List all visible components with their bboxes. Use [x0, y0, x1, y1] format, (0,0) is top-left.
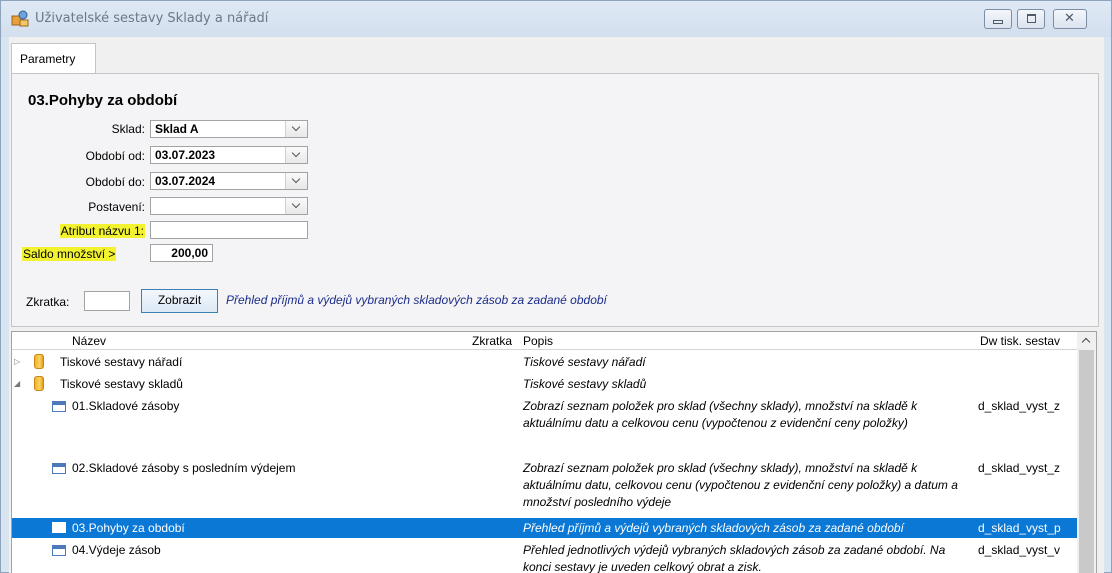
report-window: Uživatelské sestavy Sklady a nářadí ✕ Pa…: [0, 0, 1112, 573]
close-icon: ✕: [1064, 11, 1075, 26]
chevron-down-icon[interactable]: [285, 121, 307, 137]
show-button[interactable]: Zobrazit: [141, 289, 218, 313]
obdobi-do-select[interactable]: 03.07.2024: [150, 172, 308, 190]
row-popis: Zobrazí seznam položek pro sklad (všechn…: [523, 399, 918, 430]
app-icon: [11, 10, 29, 27]
obdobi-do-label: Období do:: [85, 175, 145, 189]
saldo-value: 200,00: [171, 246, 208, 260]
window-title: Uživatelské sestavy Sklady a nářadí: [35, 11, 269, 26]
row-popis: Přehled jednotlivých výdejů vybraných sk…: [523, 543, 946, 573]
postaveni-label: Postavení:: [88, 200, 145, 214]
expand-icon[interactable]: ▷: [14, 357, 20, 366]
postaveni-select[interactable]: [150, 197, 308, 215]
row-nazev: Tiskové sestavy skladů: [60, 377, 183, 391]
row-dw: d_sklad_vyst_z: [978, 399, 1061, 413]
folder-icon: [34, 354, 44, 369]
tree-row-01-skladove-zasoby[interactable]: 01.Skladové zásoby Zobrazí seznam polože…: [12, 396, 1077, 451]
row-popis: Tiskové sestavy nářadí: [523, 355, 646, 369]
maximize-icon: [1027, 14, 1036, 23]
tree-row-tiskove-sestavy-skladu[interactable]: ◢ Tiskové sestavy skladů Tiskové sestavy…: [12, 374, 1077, 394]
obdobi-do-value: 03.07.2024: [155, 174, 216, 188]
obdobi-od-select[interactable]: 03.07.2023: [150, 146, 308, 164]
atribut-input[interactable]: [150, 221, 308, 239]
header-dw[interactable]: Dw tisk. sestav: [980, 334, 1076, 348]
report-icon: [52, 463, 66, 474]
tree-row-03-pohyby-za-obdobi[interactable]: 03.Pohyby za období Přehled příjmů a výd…: [12, 518, 1077, 538]
vertical-scrollbar[interactable]: [1077, 332, 1096, 573]
maximize-button[interactable]: [1017, 9, 1045, 29]
scroll-thumb[interactable]: [1079, 350, 1094, 573]
report-icon: [52, 522, 66, 533]
report-tree-grid[interactable]: Název Zkratka Popis Dw tisk. sestav ▷ Ti…: [11, 331, 1097, 573]
sklad-value: Sklad A: [155, 122, 199, 136]
zkratka-label: Zkratka:: [26, 295, 70, 309]
row-nazev: 03.Pohyby za období: [72, 521, 185, 535]
row-nazev: 04.Výdeje zásob: [72, 543, 161, 557]
parameters-panel: 03.Pohyby za období Sklad: Sklad A Obdob…: [11, 73, 1099, 327]
title-bar[interactable]: Uživatelské sestavy Sklady a nářadí ✕: [1, 1, 1111, 37]
atribut-label: Atribut názvu 1:: [59, 224, 145, 238]
collapse-icon[interactable]: ◢: [14, 379, 20, 388]
row-nazev: 02.Skladové zásoby s posledním výdejem: [72, 461, 296, 475]
minimize-icon: [993, 20, 1003, 24]
row-popis: Tiskové sestavy skladů: [523, 377, 647, 391]
tree-row-tiskove-sestavy-naradi[interactable]: ▷ Tiskové sestavy nářadí Tiskové sestavy…: [12, 352, 1077, 372]
folder-icon: [34, 376, 44, 391]
sklad-select[interactable]: Sklad A: [150, 120, 308, 138]
tree-row-02-skladove-zasoby-vydej[interactable]: 02.Skladové zásoby s posledním výdejem Z…: [12, 458, 1077, 513]
row-popis: Přehled příjmů a výdejů vybraných sklado…: [523, 521, 904, 535]
minimize-button[interactable]: [984, 9, 1012, 29]
row-nazev: 01.Skladové zásoby: [72, 399, 180, 413]
close-button[interactable]: ✕: [1053, 9, 1087, 29]
report-icon: [52, 545, 66, 556]
row-dw: d_sklad_vyst_z: [978, 461, 1061, 475]
report-icon: [52, 401, 66, 412]
row-dw: d_sklad_vyst_v: [978, 543, 1061, 557]
report-title: 03.Pohyby za období: [28, 92, 178, 109]
chevron-down-icon[interactable]: [285, 147, 307, 163]
chevron-down-icon[interactable]: [285, 173, 307, 189]
tree-row-04-vydeje-zasob[interactable]: 04.Výdeje zásob Přehled jednotlivých výd…: [12, 540, 1077, 573]
grid-header: Název Zkratka Popis Dw tisk. sestav: [12, 332, 1096, 350]
header-zkratka[interactable]: Zkratka: [472, 334, 512, 348]
tab-label: Parametry: [20, 52, 76, 66]
row-popis: Zobrazí seznam položek pro sklad (všechn…: [523, 461, 958, 509]
row-nazev: Tiskové sestavy nářadí: [60, 355, 183, 369]
obdobi-od-value: 03.07.2023: [155, 148, 216, 162]
saldo-label: Saldo množství >: [22, 247, 117, 261]
header-nazev[interactable]: Název: [72, 334, 106, 348]
zkratka-input[interactable]: [84, 291, 130, 311]
report-description: Přehled příjmů a výdejů vybraných sklado…: [226, 293, 607, 307]
sklad-label: Sklad:: [111, 122, 145, 136]
tab-parametry[interactable]: Parametry: [11, 43, 96, 73]
row-dw: d_sklad_vyst_p: [978, 521, 1061, 535]
chevron-up-icon[interactable]: [1077, 332, 1096, 350]
obdobi-od-label: Období od:: [85, 149, 145, 163]
saldo-input[interactable]: 200,00: [150, 244, 213, 262]
header-popis[interactable]: Popis: [523, 334, 553, 348]
chevron-down-icon[interactable]: [285, 198, 307, 214]
client-area: Parametry 03.Pohyby za období Sklad: Skl…: [9, 37, 1104, 573]
